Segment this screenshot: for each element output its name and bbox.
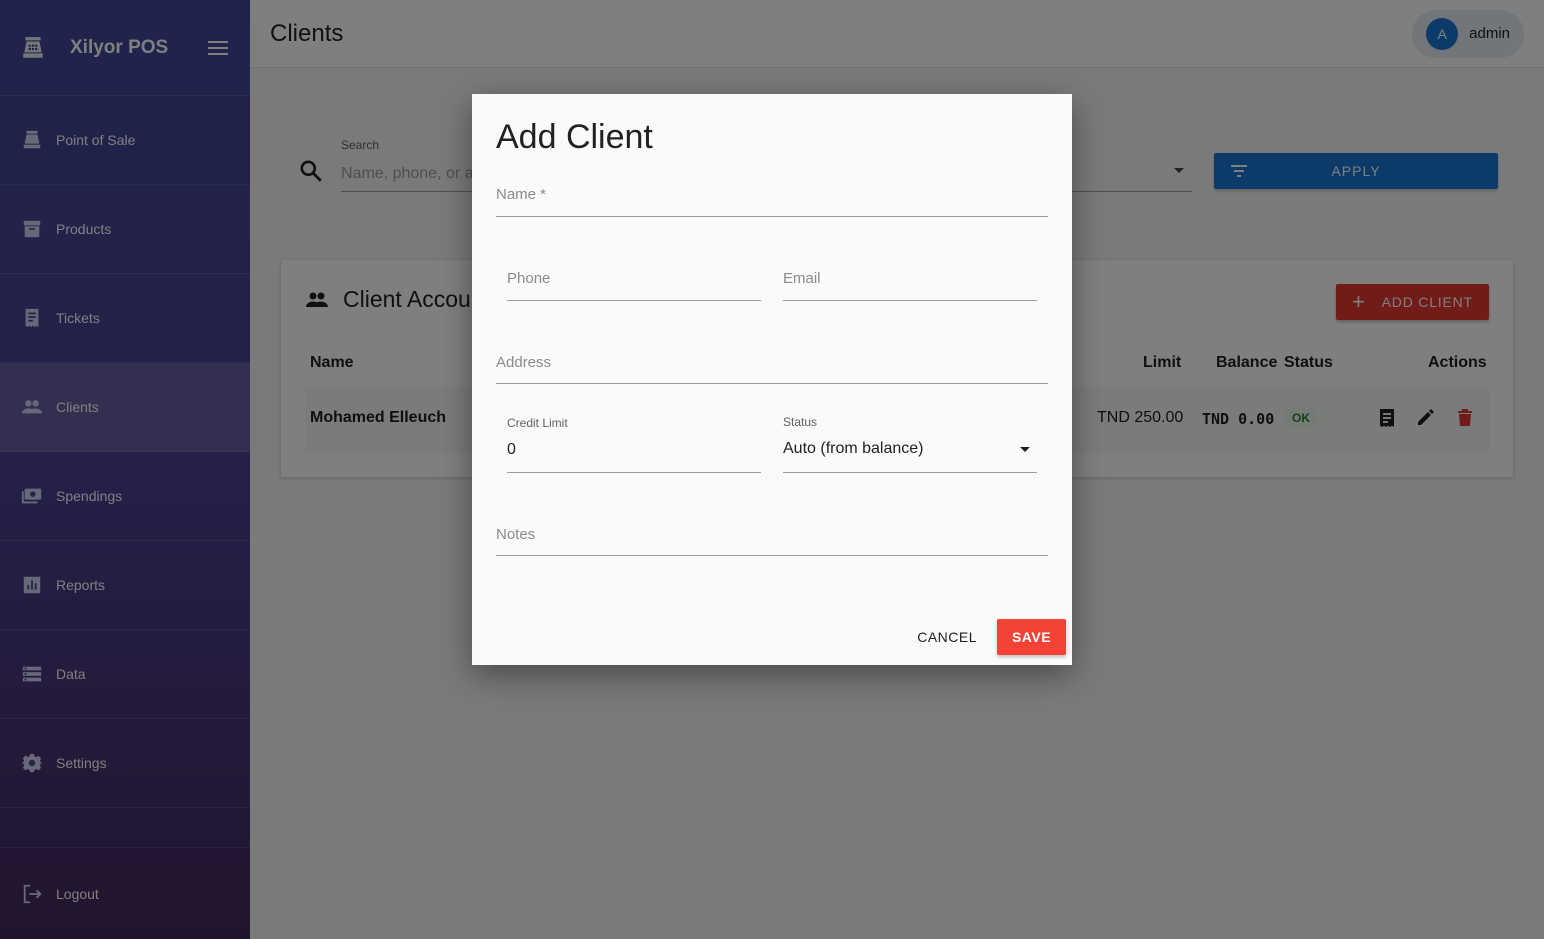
credit-limit-field[interactable]: Credit Limit 0 — [507, 414, 761, 473]
credit-limit-label: Credit Limit — [507, 416, 568, 430]
cancel-button[interactable]: CANCEL — [917, 629, 977, 645]
email-label: Email — [783, 270, 821, 287]
notes-label: Notes — [496, 526, 536, 543]
chevron-down-icon — [1020, 447, 1030, 452]
email-field[interactable]: Email — [783, 266, 1037, 301]
address-field[interactable]: Address — [496, 350, 1048, 384]
field-underline — [783, 300, 1037, 301]
phone-label: Phone — [507, 270, 551, 287]
status-select[interactable]: Status Auto (from balance) — [783, 414, 1037, 473]
status-label: Status — [783, 415, 818, 429]
status-value: Auto (from balance) — [783, 440, 924, 457]
save-button[interactable]: SAVE — [997, 619, 1066, 655]
phone-field[interactable]: Phone — [507, 266, 761, 301]
field-underline — [496, 555, 1048, 556]
notes-field[interactable]: Notes — [496, 522, 1048, 556]
name-label: Name * — [496, 186, 547, 203]
add-client-dialog: Add Client Name * Phone Email Address Cr… — [472, 94, 1072, 665]
name-field[interactable]: Name * — [496, 182, 1048, 217]
address-label: Address — [496, 354, 552, 371]
credit-limit-value: 0 — [507, 441, 516, 458]
field-underline — [783, 472, 1037, 473]
field-underline — [507, 472, 761, 473]
field-underline — [507, 300, 761, 301]
field-underline — [496, 216, 1048, 217]
dialog-title: Add Client — [496, 118, 653, 156]
dialog-actions: CANCEL SAVE — [917, 619, 1066, 655]
field-underline — [496, 383, 1048, 384]
